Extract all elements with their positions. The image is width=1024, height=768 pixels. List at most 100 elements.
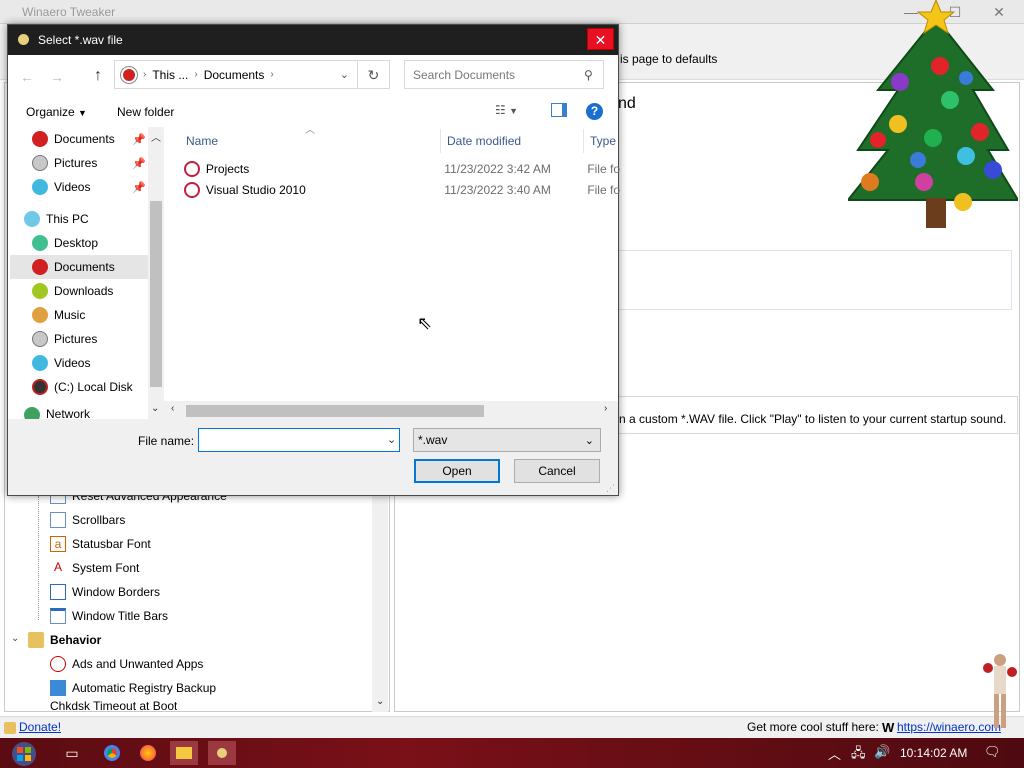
- search-icon[interactable]: ⚲: [584, 68, 593, 82]
- tray-chevron-icon[interactable]: ︿: [828, 744, 841, 763]
- help-icon[interactable]: ?: [586, 103, 603, 120]
- window-icon: [50, 584, 66, 600]
- file-row[interactable]: Visual Studio 2010 11/23/2022 3:40 AM Fi…: [184, 180, 620, 200]
- chrome-icon[interactable]: [98, 741, 126, 765]
- file-row[interactable]: Projects 11/23/2022 3:42 AM File fo: [184, 159, 620, 179]
- address-bar[interactable]: › This ... › Documents › ⌄: [114, 60, 358, 89]
- dialog-close-button[interactable]: ✕: [587, 28, 614, 50]
- clock[interactable]: 10:14:02 AM: [900, 746, 967, 760]
- nav-item-this-pc[interactable]: This PC: [24, 207, 138, 231]
- refresh-button[interactable]: ↻: [358, 60, 390, 89]
- nav-item-music[interactable]: Music: [32, 303, 146, 327]
- cancel-button[interactable]: Cancel: [514, 459, 600, 483]
- christmas-tree-icon: [848, 0, 1018, 228]
- app-icon: [18, 34, 29, 45]
- file-explorer-icon[interactable]: [170, 741, 198, 765]
- mouse-cursor-icon: ⇖: [417, 313, 433, 333]
- tweak-heading: nd: [618, 95, 636, 112]
- view-options-icon[interactable]: ☷ ▼: [495, 103, 518, 117]
- sort-ascending-icon: ︿: [305, 125, 315, 136]
- scroll-right-icon[interactable]: ›: [604, 403, 607, 414]
- column-header-date[interactable]: Date modified: [447, 134, 521, 148]
- folder-icon: [28, 632, 44, 648]
- music-icon: [32, 307, 48, 323]
- breadcrumb-separator-icon: ›: [143, 69, 147, 80]
- documents-icon: [121, 66, 137, 83]
- search-input[interactable]: Search Documents: [404, 60, 604, 89]
- address-dropdown-icon[interactable]: ⌄: [340, 68, 349, 81]
- tree-item[interactable]: Ads and Unwanted Apps: [50, 653, 203, 675]
- nav-item-pictures[interactable]: Pictures: [32, 327, 146, 351]
- back-arrow-icon[interactable]: ←: [20, 69, 34, 85]
- donate-link[interactable]: Donate!: [19, 720, 61, 734]
- downloads-icon: [32, 283, 48, 299]
- network-icon[interactable]: 🖧: [851, 744, 866, 766]
- breadcrumb-separator-icon: ›: [194, 69, 198, 80]
- preview-pane-icon[interactable]: [551, 103, 567, 117]
- notifications-icon[interactable]: 🗨: [984, 744, 1001, 760]
- nav-item-downloads[interactable]: Downloads: [32, 279, 146, 303]
- nav-item-videos-quick[interactable]: Videos 📌: [32, 175, 146, 199]
- new-folder-button[interactable]: New folder: [117, 105, 174, 119]
- column-divider[interactable]: [583, 129, 584, 153]
- nav-item-pictures-quick[interactable]: Pictures 📌: [32, 151, 146, 175]
- tree-item[interactable]: a Statusbar Font: [50, 533, 151, 555]
- file-type-filter[interactable]: *.wav ⌄: [413, 428, 601, 452]
- horizontal-scroll-thumb[interactable]: [186, 405, 484, 417]
- nav-item-desktop[interactable]: Desktop: [32, 231, 146, 255]
- breadcrumb-this-pc[interactable]: This ...: [152, 68, 188, 82]
- forward-arrow-icon[interactable]: →: [50, 69, 64, 85]
- tree-line: [38, 496, 39, 620]
- videos-icon: [32, 355, 48, 371]
- reset-page-defaults-link[interactable]: is page to defaults: [620, 52, 717, 66]
- task-view-icon[interactable]: ▭: [58, 741, 86, 765]
- scroll-down-icon[interactable]: ⌄: [151, 403, 159, 414]
- column-header-type[interactable]: Type: [590, 134, 618, 148]
- nav-item-videos[interactable]: Videos: [32, 351, 146, 375]
- tree-item[interactable]: Chkdsk Timeout at Boot: [50, 701, 177, 711]
- up-arrow-icon[interactable]: ↑: [94, 67, 102, 85]
- file-name-input[interactable]: [198, 428, 400, 452]
- nav-item-documents[interactable]: Documents: [10, 255, 150, 279]
- tree-item[interactable]: Window Borders: [50, 581, 160, 603]
- collapse-arrow-icon[interactable]: ⌄: [11, 633, 19, 644]
- dialog-title: Select *.wav file: [38, 33, 123, 47]
- organize-menu[interactable]: Organize ▼: [26, 105, 87, 119]
- pin-icon: 📌: [132, 157, 146, 170]
- tree-item[interactable]: Automatic Registry Backup: [50, 677, 216, 699]
- documents-icon: [32, 131, 48, 147]
- window-icon: [50, 608, 66, 624]
- dropdown-arrow-icon: ⌄: [584, 434, 594, 447]
- tree-item[interactable]: Scrollbars: [50, 509, 125, 531]
- breadcrumb-documents[interactable]: Documents: [204, 68, 265, 82]
- background-window-title: Winaero Tweaker: [22, 5, 116, 19]
- nav-item-documents-quick[interactable]: Documents 📌: [32, 127, 146, 151]
- column-header-name[interactable]: Name: [186, 134, 218, 148]
- open-button[interactable]: Open: [414, 459, 500, 483]
- videos-icon: [32, 179, 48, 195]
- nav-item-network[interactable]: Network: [24, 407, 138, 419]
- disk-icon: [32, 379, 48, 395]
- firefox-icon[interactable]: [134, 741, 162, 765]
- column-divider[interactable]: [440, 129, 441, 153]
- tree-category-behavior[interactable]: Behavior: [28, 629, 101, 651]
- resize-grip-icon[interactable]: ⋰: [606, 483, 615, 494]
- font-icon: A: [50, 560, 66, 576]
- scroll-left-icon[interactable]: ‹: [171, 403, 174, 414]
- start-button[interactable]: [4, 740, 44, 768]
- documents-icon: [32, 259, 48, 275]
- tree-item[interactable]: A System Font: [50, 557, 139, 579]
- this-pc-icon: [24, 211, 40, 227]
- nav-pane-scroll-thumb[interactable]: [150, 201, 162, 387]
- file-name-dropdown-icon[interactable]: ⌄: [387, 433, 396, 446]
- scroll-up-icon[interactable]: ︿: [151, 129, 161, 144]
- dropdown-arrow-icon: ▼: [78, 108, 87, 118]
- winaero-tweaker-taskbar-icon[interactable]: [208, 741, 236, 765]
- pictures-icon: [32, 155, 48, 171]
- tree-item[interactable]: Window Title Bars: [50, 605, 168, 627]
- scroll-down-icon[interactable]: ⌄: [376, 696, 384, 707]
- volume-icon[interactable]: 🔊: [874, 744, 890, 760]
- pin-icon: 📌: [132, 181, 146, 194]
- nav-item-local-disk[interactable]: (C:) Local Disk: [32, 375, 146, 399]
- dialog-titlebar: Select *.wav file ✕: [8, 25, 618, 55]
